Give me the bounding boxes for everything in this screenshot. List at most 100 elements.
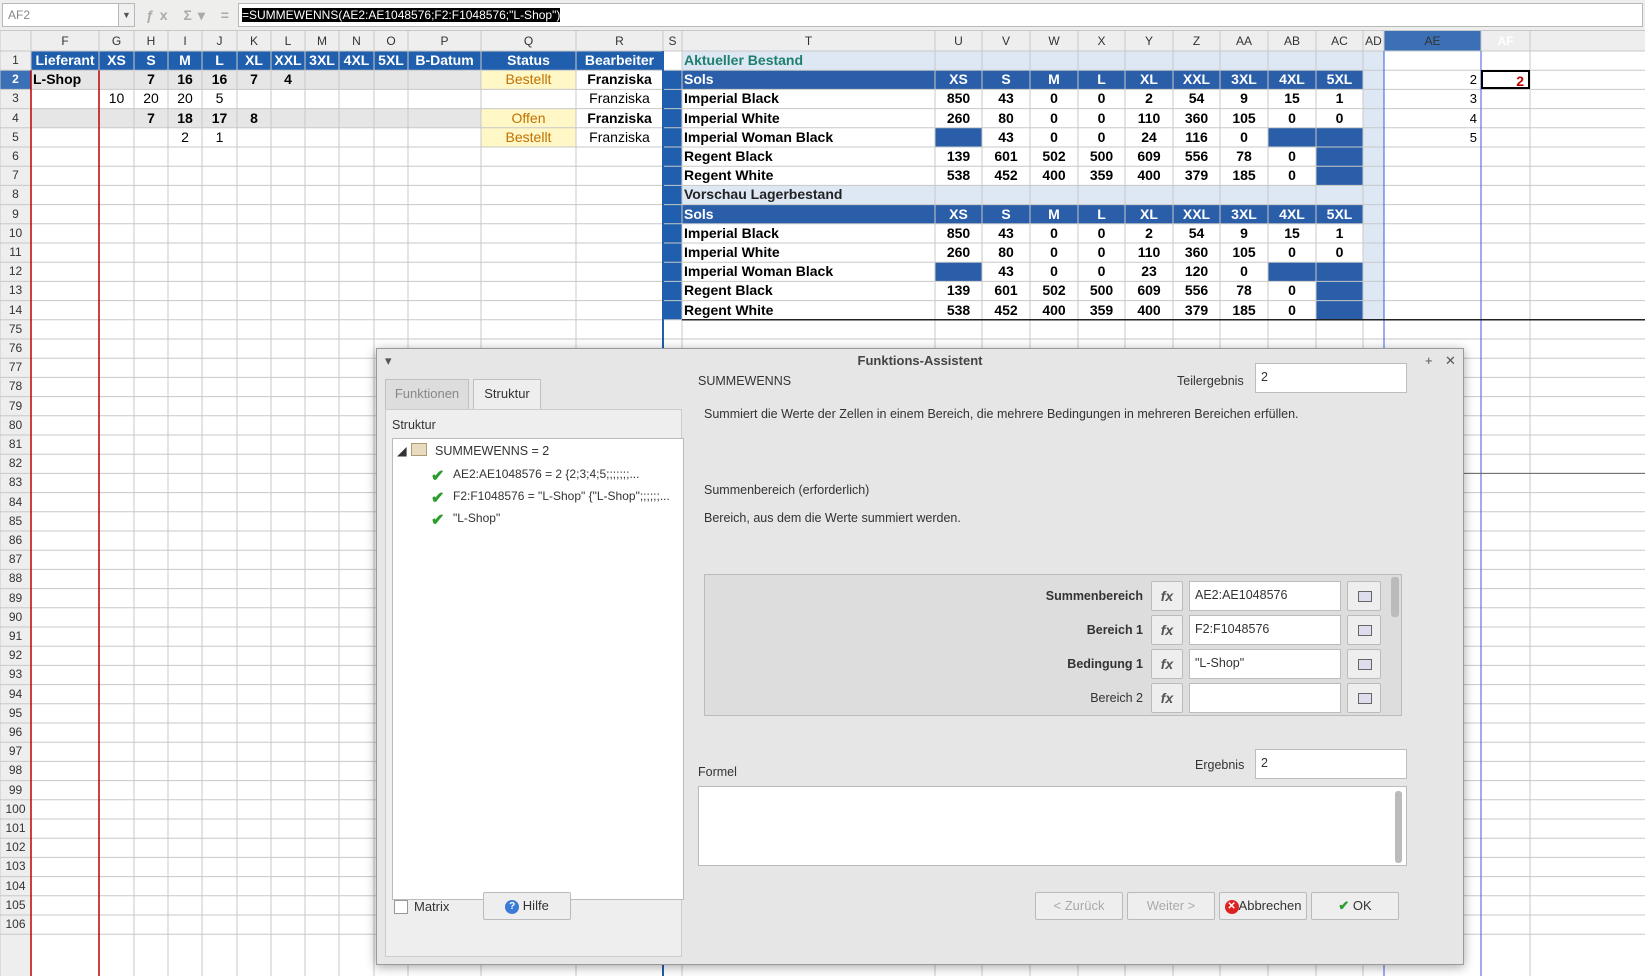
tab-structure[interactable]: Struktur: [473, 379, 541, 409]
stock-cell: 360: [1184, 109, 1209, 126]
formula-input[interactable]: =SUMMEWENNS(AE2:AE1048576;F2:F1048576;"L…: [238, 3, 1643, 27]
preview-cell: 0: [1240, 263, 1248, 280]
stock-cell: 452: [994, 167, 1018, 184]
left-data-cell: Offen: [511, 109, 546, 126]
cancel-button[interactable]: ✕ Abbrechen: [1219, 892, 1307, 920]
row-header: 102: [5, 840, 26, 855]
row-header: 106: [5, 917, 26, 931]
preview-cell: 43: [998, 263, 1014, 280]
preview-cell: 0: [1097, 244, 1106, 260]
fx-icon[interactable]: fx: [1151, 649, 1183, 679]
ok-label: OK: [1352, 898, 1372, 913]
pin-icon[interactable]: +: [1425, 353, 1433, 368]
preview-cell: 500: [1089, 282, 1114, 299]
left-data-cell: Bestellt: [505, 71, 552, 88]
row-header: 104: [5, 878, 26, 893]
stock-cell: 0: [1240, 128, 1248, 145]
stock-cell: 400: [1137, 167, 1161, 184]
left-data-cell: L-Shop: [33, 71, 82, 88]
formula-text: =SUMMEWENNS(AE2:AE1048576;F2:F1048576;"L…: [242, 8, 561, 22]
matrix-checkbox[interactable]: [394, 900, 408, 914]
preview-cell: 0: [1288, 244, 1296, 260]
shrink-icon[interactable]: [1347, 649, 1381, 679]
left-data-cell: 7: [250, 71, 258, 88]
close-icon[interactable]: ✕: [1445, 353, 1456, 369]
result-field[interactable]: 2: [1255, 749, 1407, 779]
preview-cell: 0: [1288, 282, 1296, 299]
shrink-icon[interactable]: [1347, 615, 1381, 645]
left-header-cell: Status: [507, 52, 550, 68]
stock-header-cell: XXL: [1182, 205, 1211, 222]
empty-size-fill: [935, 262, 982, 282]
left-data-cell: Franziska: [589, 128, 650, 145]
fx-icon[interactable]: fx: [1151, 615, 1183, 645]
column-header: AC: [1331, 34, 1348, 48]
argument-input[interactable]: AE2:AE1048576: [1189, 581, 1341, 611]
column-header: J: [216, 34, 223, 48]
left-header-cell: XS: [107, 52, 126, 68]
preview-cell: 260: [946, 244, 971, 260]
arguments-scrollbar[interactable]: [1391, 577, 1399, 617]
shrink-icon[interactable]: [1347, 683, 1381, 713]
structure-tree[interactable]: ◢ SUMMEWENNS = 2 ✔ AE2:AE1048576 = 2 {2;…: [392, 438, 684, 900]
ok-button[interactable]: ✔ OK: [1311, 892, 1399, 920]
preview-cell: 80: [998, 244, 1014, 260]
stock-cell: 0: [1050, 109, 1058, 126]
stock-cell: Regent Black: [684, 148, 773, 164]
row-header: 3: [12, 91, 19, 106]
next-button[interactable]: Weiter >: [1127, 892, 1215, 920]
row-header: 83: [8, 475, 23, 490]
preview-cell: 120: [1184, 263, 1209, 280]
folder-icon: [411, 443, 427, 456]
left-header-cell: L: [215, 52, 224, 68]
tree-expander-icon[interactable]: ◢: [397, 443, 407, 458]
chevron-down-icon[interactable]: ▼: [118, 4, 134, 26]
left-data-cell: 18: [177, 109, 193, 126]
formula-editor[interactable]: [698, 786, 1407, 866]
tree-item[interactable]: F2:F1048576 = "L-Shop" {"L-Shop";;;;;;..…: [453, 489, 670, 503]
selected-cell-af2[interactable]: 2: [1481, 70, 1530, 90]
preview-cell: 609: [1137, 282, 1161, 299]
stock-header-cell: L: [1097, 71, 1106, 88]
stock-cell: 54: [1188, 90, 1205, 107]
cancel-label: Abbrechen: [1238, 898, 1302, 913]
row-header: 79: [8, 398, 23, 413]
help-button[interactable]: ? Hilfe: [483, 892, 571, 920]
row-header: 91: [8, 629, 23, 643]
back-button[interactable]: < Zurück: [1035, 892, 1123, 920]
preview-cell: 1: [1335, 224, 1344, 241]
stock-header-cell: XXL: [1182, 71, 1211, 88]
stock-cell: 0: [1050, 128, 1058, 145]
fx-icon[interactable]: fx: [1151, 581, 1183, 611]
menu-icon[interactable]: ▾: [385, 353, 392, 369]
tree-item[interactable]: "L-Shop": [453, 511, 500, 525]
formula-scrollbar[interactable]: [1395, 791, 1402, 863]
column-header: AD: [1365, 34, 1382, 48]
row-header: 96: [8, 725, 23, 739]
argument-input[interactable]: [1189, 683, 1341, 713]
tree-item[interactable]: AE2:AE1048576 = 2 {2;3;4;5;;;;;;;...: [453, 467, 639, 481]
column-header: AB: [1283, 34, 1300, 48]
argument-input[interactable]: F2:F1048576: [1189, 615, 1341, 645]
name-box[interactable]: AF2 ▼: [2, 3, 135, 27]
stock-cell: 601: [994, 148, 1018, 164]
column-header: O: [386, 34, 396, 48]
column-header: L: [284, 34, 292, 48]
row-header: 75: [8, 321, 23, 336]
tree-root[interactable]: SUMMEWENNS = 2: [435, 444, 549, 458]
shrink-icon[interactable]: [1347, 581, 1381, 611]
row-header: 11: [9, 245, 22, 259]
formula-label: Formel: [698, 765, 737, 779]
argument-label: Summenbereich: [1045, 589, 1143, 603]
tab-functions[interactable]: Funktionen: [385, 379, 469, 409]
help-icon: ?: [505, 899, 520, 914]
function-wizard-icon[interactable]: ƒx Σ▾ =: [146, 7, 235, 24]
column-header: N: [352, 34, 361, 48]
argument-input[interactable]: "L-Shop": [1189, 649, 1341, 679]
preview-cell: 379: [1184, 301, 1209, 318]
left-data-cell: 20: [143, 90, 159, 107]
subtotal-field[interactable]: 2: [1255, 363, 1407, 393]
column-header: W: [1048, 34, 1060, 48]
fx-icon[interactable]: fx: [1151, 683, 1183, 713]
left-header-cell: XXL: [274, 52, 302, 68]
